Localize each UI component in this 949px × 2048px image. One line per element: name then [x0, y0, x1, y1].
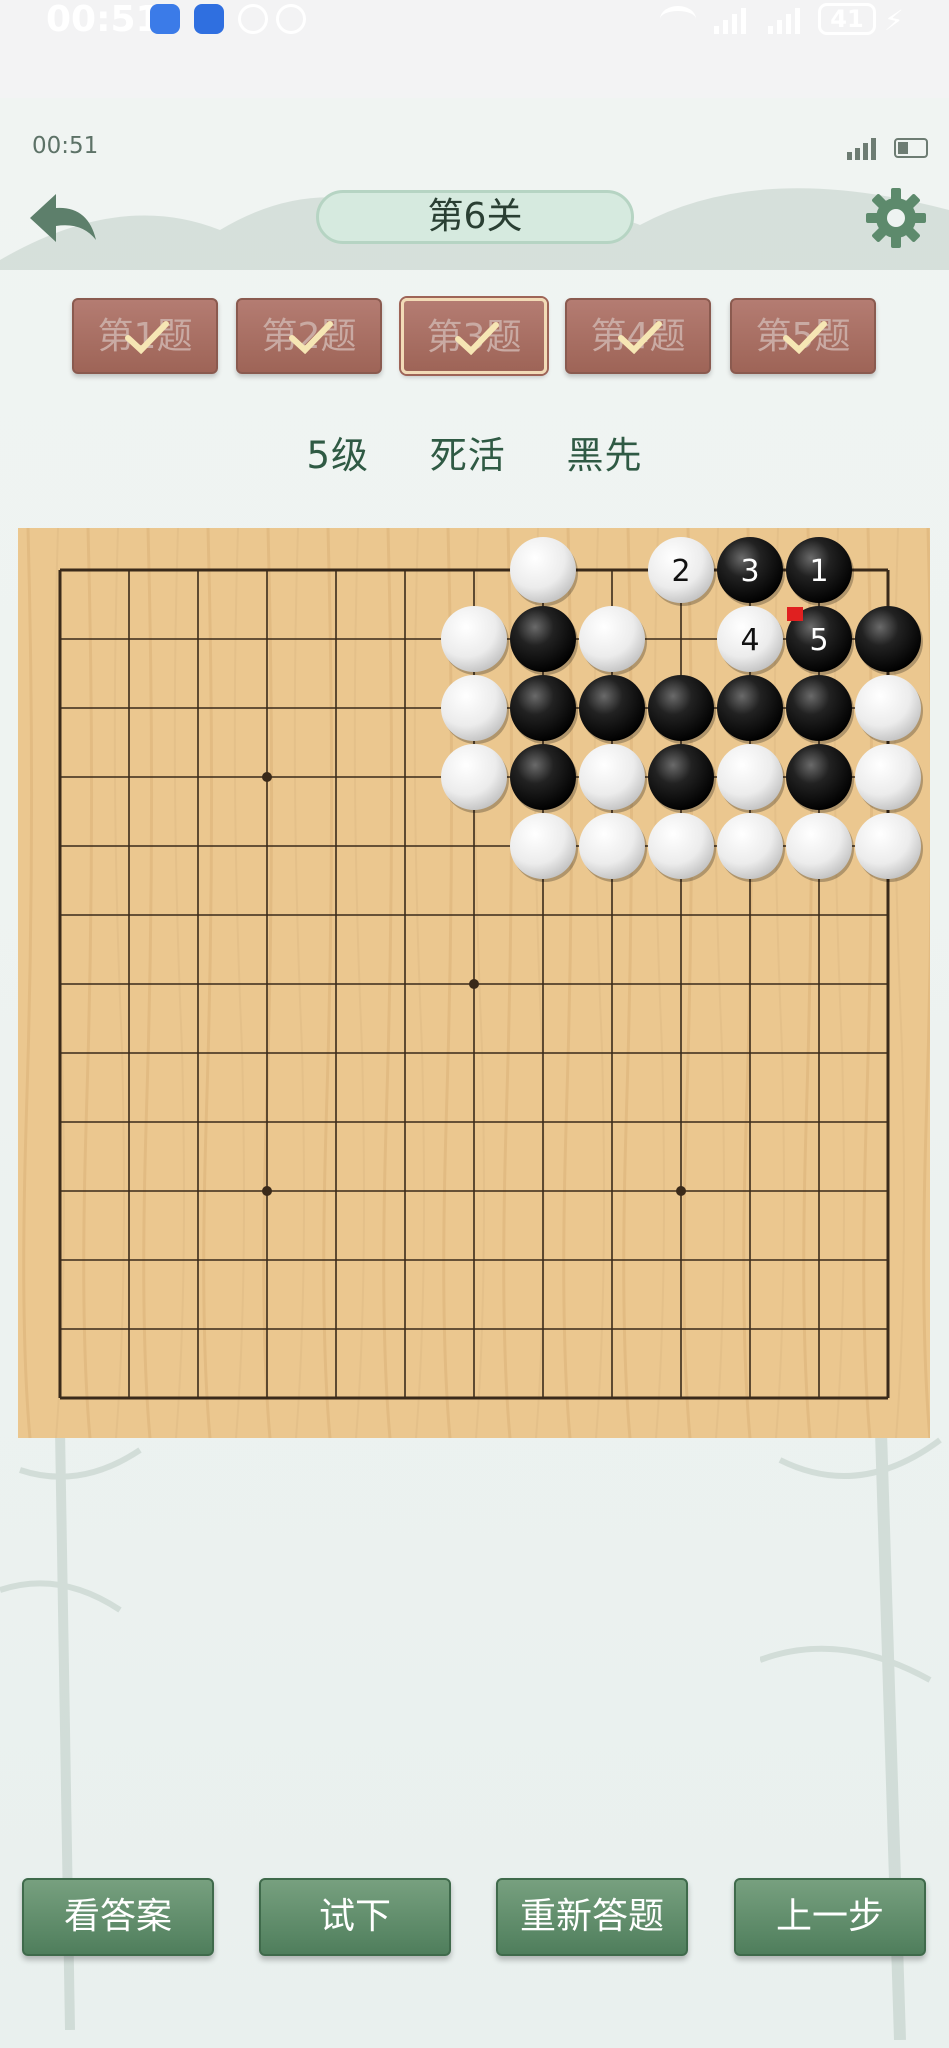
try-button[interactable]: 试下: [259, 1878, 451, 1956]
question-tab-4[interactable]: 第4题: [565, 298, 711, 374]
check-icon: [289, 321, 333, 354]
star-point: [262, 772, 272, 782]
alarm-icon: [276, 4, 306, 34]
move-number-label: 1: [809, 554, 828, 589]
question-tab-3[interactable]: 第3题: [401, 298, 547, 374]
problem-type: 死活: [429, 434, 506, 477]
timer-app-icon: [150, 4, 180, 34]
problem-info: 5级 死活 黑先: [0, 425, 949, 479]
app-clock: 00:51: [32, 133, 99, 159]
star-point: [262, 1186, 272, 1196]
question-tab-2[interactable]: 第2题: [236, 298, 382, 374]
previous-step-button[interactable]: 上一步: [734, 1878, 926, 1956]
question-tab-1[interactable]: 第1题: [72, 298, 218, 374]
problem-first-move: 黑先: [566, 434, 643, 477]
problem-level: 5级: [306, 434, 369, 477]
app-signal-icon: [847, 138, 876, 160]
system-clock: 00:51: [46, 0, 161, 40]
check-icon: [783, 321, 827, 354]
show-answer-button[interactable]: 看答案: [22, 1878, 214, 1956]
board-canvas[interactable]: 2 3 1 4 5: [18, 528, 930, 1438]
system-battery: 41: [818, 3, 876, 35]
app-battery-icon: [894, 138, 928, 158]
charging-icon: ⚡: [884, 4, 904, 37]
settings-gear-icon[interactable]: [864, 186, 928, 250]
check-icon: [125, 321, 169, 354]
signal-icon-2: [766, 6, 806, 34]
check-icon: [618, 321, 662, 354]
move-number-label: 3: [740, 554, 759, 589]
back-arrow-icon[interactable]: [26, 188, 98, 248]
signal-icon: [712, 6, 752, 34]
star-point: [676, 1186, 686, 1196]
voice-app-icon: [194, 4, 224, 34]
star-point: [469, 979, 479, 989]
check-icon: [455, 322, 499, 355]
retry-button[interactable]: 重新答题: [496, 1878, 688, 1956]
go-board[interactable]: 2 3 1 4 5: [18, 528, 930, 1438]
move-number-label: 2: [671, 554, 690, 589]
wifi-icon: [660, 6, 696, 32]
last-move-marker: [787, 607, 803, 621]
system-status-bar: 00:51 41 ⚡: [0, 0, 949, 98]
clock-icon: [238, 4, 268, 34]
question-tab-5[interactable]: 第5题: [730, 298, 876, 374]
level-title: 第6关: [316, 190, 634, 244]
move-number-label: 4: [740, 623, 759, 658]
move-number-label: 5: [809, 623, 828, 658]
